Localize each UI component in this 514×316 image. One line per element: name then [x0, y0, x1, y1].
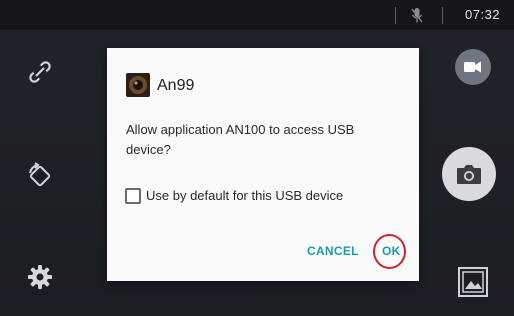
checkbox-label[interactable]: Use by default for this USB device — [146, 188, 343, 203]
link-icon — [29, 61, 51, 83]
rotate-icon — [29, 162, 51, 187]
gallery-button[interactable] — [455, 264, 491, 300]
status-clock: 07:32 — [465, 7, 501, 22]
dialog-message: Allow application AN100 to access USB de… — [126, 122, 355, 157]
link-button[interactable] — [20, 52, 60, 92]
settings-button[interactable] — [20, 257, 60, 297]
dialog-title: An99 — [157, 77, 195, 94]
gear-icon — [28, 265, 52, 289]
ok-button[interactable]: OK — [382, 244, 401, 258]
video-mode-button[interactable] — [455, 49, 491, 85]
gallery-icon — [458, 267, 488, 297]
status-bar: 07:32 — [0, 0, 514, 30]
video-camera-icon — [464, 61, 481, 73]
cancel-button[interactable]: CANCEL — [307, 244, 359, 258]
rotate-button[interactable] — [20, 156, 60, 196]
status-divider — [395, 7, 396, 24]
camera-icon — [457, 165, 481, 184]
app-icon — [126, 73, 150, 97]
default-usb-checkbox[interactable] — [125, 188, 141, 204]
mic-off-icon — [411, 8, 423, 23]
camera-screen: 07:32 An99 Allow application AN100 to ac… — [0, 0, 514, 316]
usb-permission-dialog: An99 Allow application AN100 to access U… — [107, 48, 419, 281]
shutter-button[interactable] — [442, 147, 496, 201]
status-divider — [442, 7, 443, 24]
